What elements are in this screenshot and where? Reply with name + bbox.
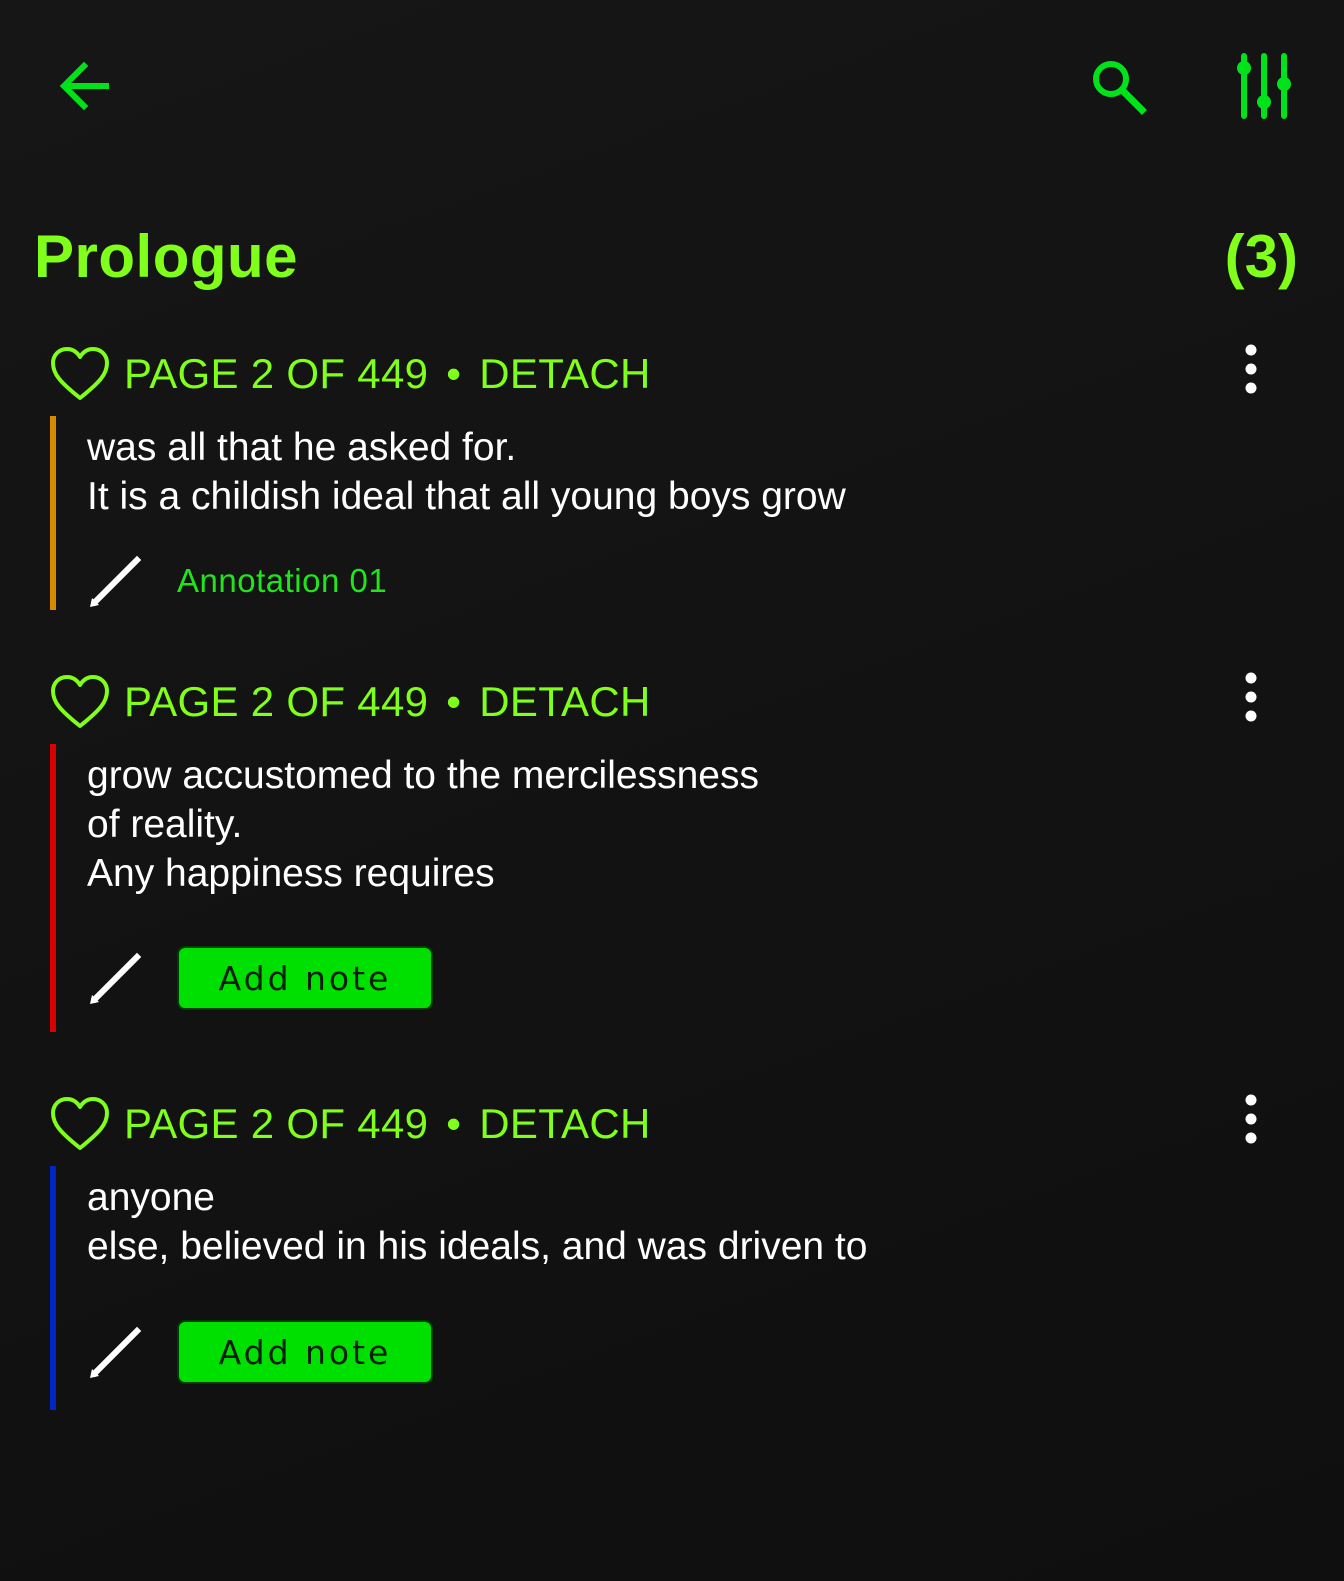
more-vert-icon xyxy=(1245,672,1257,722)
pencil-icon[interactable] xyxy=(87,949,145,1007)
separator: • xyxy=(446,350,462,397)
search-button[interactable] xyxy=(1084,52,1152,120)
heart-icon[interactable] xyxy=(50,674,110,730)
detach-link[interactable]: DETACH xyxy=(479,1100,650,1147)
search-icon xyxy=(1093,61,1147,115)
highlight-card: PAGE 2 OF 449 • DETACH anyone else, beli… xyxy=(0,1094,1344,1414)
highlight-meta: PAGE 2 OF 449 • DETACH xyxy=(124,350,651,398)
separator: • xyxy=(446,1100,462,1147)
annotation-text[interactable]: Annotation 01 xyxy=(177,562,387,600)
highlight-text: was all that he asked for. It is a child… xyxy=(87,426,846,518)
more-options-button[interactable] xyxy=(1228,662,1274,732)
highlight-color-bar xyxy=(50,416,56,610)
arrow-left-icon xyxy=(59,61,109,111)
highlight-text: grow accustomed to the mercilessness of … xyxy=(87,754,759,895)
add-note-button[interactable]: Add note xyxy=(177,946,433,1010)
highlight-color-bar xyxy=(50,744,56,1032)
highlight-header: PAGE 2 OF 449 • DETACH xyxy=(50,344,651,404)
heart-icon[interactable] xyxy=(50,346,110,402)
note-row: Add note xyxy=(87,946,433,1010)
highlight-header: PAGE 2 OF 449 • DETACH xyxy=(50,672,651,732)
highlight-text: anyone else, believed in his ideals, and… xyxy=(87,1176,868,1268)
top-app-bar xyxy=(0,0,1344,170)
more-vert-icon xyxy=(1245,1094,1257,1144)
highlight-meta: PAGE 2 OF 449 • DETACH xyxy=(124,678,651,726)
back-button[interactable] xyxy=(50,52,118,120)
page-label: PAGE 2 OF 449 xyxy=(124,1100,429,1147)
highlight-meta: PAGE 2 OF 449 • DETACH xyxy=(124,1100,651,1148)
note-row: Annotation 01 xyxy=(87,552,387,610)
page-label: PAGE 2 OF 449 xyxy=(124,678,429,725)
page-label: PAGE 2 OF 449 xyxy=(124,350,429,397)
detach-link[interactable]: DETACH xyxy=(479,350,650,397)
highlight-card: PAGE 2 OF 449 • DETACH was all that he a… xyxy=(0,344,1344,614)
more-vert-icon xyxy=(1245,344,1257,394)
more-options-button[interactable] xyxy=(1228,1084,1274,1154)
pencil-icon[interactable] xyxy=(87,552,145,610)
highlight-header: PAGE 2 OF 449 • DETACH xyxy=(50,1094,651,1154)
section-title: Prologue xyxy=(34,223,299,290)
filter-button[interactable] xyxy=(1228,50,1300,122)
highlight-card: PAGE 2 OF 449 • DETACH grow accustomed t… xyxy=(0,672,1344,1032)
sliders-icon xyxy=(1237,53,1291,119)
heart-icon[interactable] xyxy=(50,1096,110,1152)
highlight-count: (3) xyxy=(1224,223,1298,290)
more-options-button[interactable] xyxy=(1228,334,1274,404)
note-row: Add note xyxy=(87,1320,433,1384)
separator: • xyxy=(446,678,462,725)
add-note-button[interactable]: Add note xyxy=(177,1320,433,1384)
detach-link[interactable]: DETACH xyxy=(479,678,650,725)
pencil-icon[interactable] xyxy=(87,1323,145,1381)
highlight-color-bar xyxy=(50,1166,56,1410)
